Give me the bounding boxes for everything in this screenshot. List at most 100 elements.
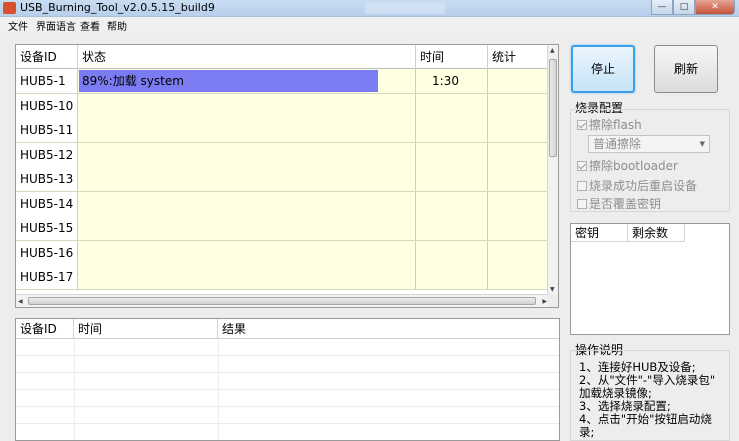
cell-status	[78, 142, 416, 167]
cell-time	[416, 118, 488, 142]
erase-bootloader-checkbox[interactable]: 擦除bootloader	[577, 157, 678, 174]
cell-time	[416, 167, 488, 191]
cell-stat	[488, 118, 549, 142]
cell-stat	[488, 69, 549, 93]
col-status[interactable]: 状态	[78, 45, 416, 69]
erase-bootloader-label: 擦除bootloader	[589, 159, 678, 173]
title-center-blur	[365, 3, 445, 14]
table-row[interactable]: HUB5-1 89%:加载 system 1:30	[16, 69, 549, 94]
cell-device-id: HUB5-13	[16, 167, 78, 191]
cell-device-id: HUB5-11	[16, 118, 78, 142]
cell-time: 1:30	[416, 69, 488, 93]
minimize-button[interactable]: —	[651, 0, 673, 15]
cell-stat	[488, 265, 549, 289]
table-row[interactable]: HUB5-12	[16, 142, 549, 167]
cell-status	[78, 191, 416, 216]
log-row	[16, 390, 559, 407]
cell-stat	[488, 191, 549, 216]
key-list[interactable]: 密钥 剩余数	[570, 223, 730, 335]
check-icon	[577, 161, 587, 171]
menu-language[interactable]: 界面语言	[36, 18, 76, 33]
check-icon	[577, 120, 587, 130]
erase-mode-value: 普通擦除	[593, 137, 642, 151]
key-col-key[interactable]: 密钥	[571, 224, 628, 242]
scroll-left-icon[interactable]: ◀	[18, 298, 23, 305]
grid-horizontal-scrollbar[interactable]: ◀ ▶	[16, 294, 549, 307]
cell-time	[416, 191, 488, 216]
menu-help[interactable]: 帮助	[107, 18, 127, 33]
cell-stat	[488, 93, 549, 118]
grid-vertical-thumb[interactable]	[549, 59, 557, 157]
cell-stat	[488, 142, 549, 167]
overwrite-key-checkbox[interactable]: 是否覆盖密钥	[577, 195, 661, 212]
grid-vertical-scrollbar[interactable]: ▲ ▼	[547, 45, 558, 295]
cell-device-id: HUB5-16	[16, 240, 78, 265]
help-line: 录;	[579, 425, 595, 439]
cell-device-id: HUB5-15	[16, 216, 78, 240]
log-col-device-id[interactable]: 设备ID	[16, 319, 74, 339]
col-time[interactable]: 时间	[416, 45, 488, 69]
device-grid[interactable]: 设备ID 状态 时间 统计 HUB5-1 89%:加载 system 1:30 HUB…	[15, 44, 559, 308]
cell-status	[78, 118, 416, 142]
cell-status	[78, 216, 416, 240]
cell-time	[416, 93, 488, 118]
cell-status: 89%:加载 system	[78, 69, 416, 93]
grid-header: 设备ID 状态 时间 统计	[16, 45, 549, 69]
stop-button[interactable]: 停止	[571, 45, 635, 93]
checkbox-icon	[577, 199, 587, 209]
reboot-after-label: 烧录成功后重启设备	[589, 179, 698, 193]
status-text: 89%:加载 system	[82, 74, 184, 88]
close-button[interactable]: ✕	[695, 0, 735, 15]
refresh-button[interactable]: 刷新	[654, 45, 718, 93]
table-row[interactable]: HUB5-10	[16, 93, 549, 118]
cell-device-id: HUB5-1	[16, 69, 78, 93]
grid-horizontal-thumb[interactable]	[28, 297, 536, 305]
scroll-down-icon[interactable]: ▼	[550, 286, 555, 293]
table-row[interactable]: HUB5-15	[16, 216, 549, 241]
log-grid[interactable]: 设备ID 时间 结果	[15, 318, 560, 441]
log-row	[16, 373, 559, 390]
log-row	[16, 407, 559, 424]
table-row[interactable]: HUB5-16	[16, 240, 549, 265]
scroll-corner	[547, 294, 558, 307]
cell-stat	[488, 240, 549, 265]
log-header: 设备ID 时间 结果	[16, 319, 559, 339]
cell-time	[416, 142, 488, 167]
cell-device-id: HUB5-12	[16, 142, 78, 167]
table-row[interactable]: HUB5-11	[16, 118, 549, 143]
cell-status	[78, 167, 416, 191]
table-row[interactable]: HUB5-13	[16, 167, 549, 192]
cell-time	[416, 265, 488, 289]
cell-device-id: HUB5-17	[16, 265, 78, 289]
erase-flash-checkbox[interactable]: 擦除flash	[577, 116, 642, 133]
checkbox-icon	[577, 181, 587, 191]
menu-view[interactable]: 查看	[80, 18, 100, 33]
title-bar: USB_Burning_Tool_v2.0.5.15_build9 — □ ✕	[0, 0, 739, 17]
erase-flash-label: 擦除flash	[589, 118, 642, 132]
table-row[interactable]: HUB5-14	[16, 191, 549, 216]
menu-file[interactable]: 文件	[8, 18, 28, 33]
scroll-up-icon[interactable]: ▲	[550, 47, 555, 54]
reboot-after-checkbox[interactable]: 烧录成功后重启设备	[577, 177, 697, 194]
maximize-button[interactable]: □	[673, 0, 695, 15]
log-row	[16, 339, 559, 356]
table-row[interactable]: HUB5-17	[16, 265, 549, 290]
log-row	[16, 356, 559, 373]
col-stat[interactable]: 统计	[488, 45, 549, 69]
cell-stat	[488, 216, 549, 240]
cell-status	[78, 93, 416, 118]
menu-bar: 文件 界面语言 查看 帮助	[0, 17, 739, 33]
cell-status	[78, 265, 416, 289]
help-line: 4、点击"开始"按钮启动烧	[579, 412, 712, 426]
cell-time	[416, 240, 488, 265]
key-col-remaining[interactable]: 剩余数	[628, 224, 685, 242]
erase-mode-select[interactable]: 普通擦除 ▼	[588, 135, 710, 153]
app-icon	[3, 2, 16, 14]
cell-device-id: HUB5-14	[16, 191, 78, 216]
cell-device-id: HUB5-10	[16, 93, 78, 118]
col-device-id[interactable]: 设备ID	[16, 45, 78, 69]
log-col-result[interactable]: 结果	[218, 319, 559, 339]
overwrite-key-label: 是否覆盖密钥	[589, 197, 662, 211]
log-col-time[interactable]: 时间	[74, 319, 218, 339]
cell-status	[78, 240, 416, 265]
